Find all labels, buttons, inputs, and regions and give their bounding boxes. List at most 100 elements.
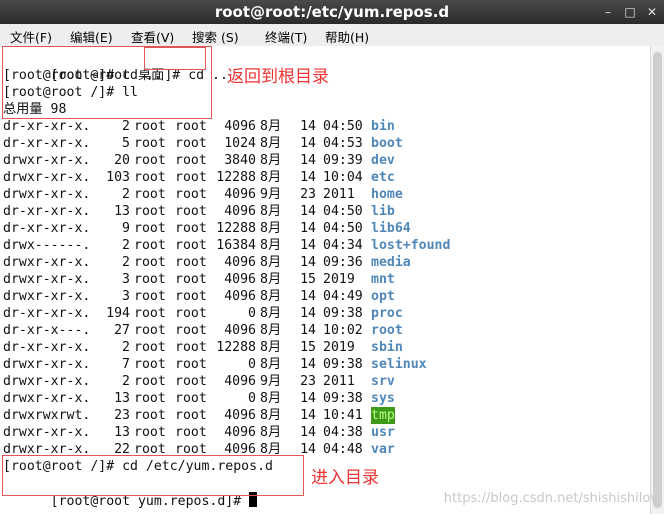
listing-links: 13 (114, 391, 130, 406)
listing-links: 2 (122, 187, 130, 202)
listing-group: root (175, 221, 207, 236)
listing-owner: root (134, 374, 166, 389)
listing-size: 4096 (224, 289, 256, 304)
listing-links: 2 (122, 374, 130, 389)
listing-size: 4096 (224, 119, 256, 134)
listing-links: 2 (122, 119, 130, 134)
listing-links: 5 (122, 136, 130, 151)
close-icon[interactable]: ✕ (644, 4, 660, 20)
listing-row: drwx------. 2 root root 16384 8月 14 04:34 lost+f… (3, 237, 643, 254)
file-name: usr (371, 425, 395, 440)
listing-month: 8月 (260, 289, 282, 304)
listing-time: 2019 (323, 272, 355, 287)
listing-owner: root (134, 238, 166, 253)
listing-size: 4096 (224, 374, 256, 389)
listing-time: 2011 (323, 374, 355, 389)
title-bar: root@root:/etc/yum.repos.d – □ ✕ (0, 0, 664, 24)
file-name: boot (371, 136, 403, 151)
listing-perm: drwxr-xr-x. (3, 391, 91, 406)
listing-size: 1024 (224, 136, 256, 151)
file-name: dev (371, 153, 395, 168)
listing-row: drwxr-xr-x. 13 root root 4096 8月 14 04:38 usr (3, 424, 643, 441)
file-name: lib (371, 204, 395, 219)
listing-time: 09:38 (323, 357, 363, 372)
listing-size: 4096 (224, 323, 256, 338)
listing-group: root (175, 357, 207, 372)
listing-time: 09:38 (323, 391, 363, 406)
listing-size: 0 (248, 391, 256, 406)
file-name: etc (371, 170, 395, 185)
scrollbar[interactable] (650, 46, 664, 514)
listing-links: 20 (114, 153, 130, 168)
minimize-icon[interactable]: – (600, 4, 616, 20)
listing-time: 04:50 (323, 204, 363, 219)
listing-group: root (175, 374, 207, 389)
listing-perm: drwxr-xr-x. (3, 357, 91, 372)
listing-month: 8月 (260, 170, 282, 185)
listing-perm: dr-xr-xr-x. (3, 119, 91, 134)
scrollbar-thumb[interactable] (653, 52, 662, 508)
listing-links: 2 (122, 238, 130, 253)
listing-perm: drwxr-xr-x. (3, 255, 91, 270)
listing-row: drwxr-xr-x. 7 root root 0 8月 14 09:38 selinux (3, 356, 643, 373)
listing-time: 10:04 (323, 170, 363, 185)
listing-perm: dr-xr-x---. (3, 323, 91, 338)
listing-perm: drwxr-xr-x. (3, 425, 91, 440)
listing-row: drwxr-xr-x. 2 root root 4096 9月 23 2011 home (3, 186, 643, 203)
listing-group: root (175, 204, 207, 219)
listing-day: 14 (300, 306, 316, 321)
file-name: opt (371, 289, 395, 304)
listing-day: 14 (300, 408, 316, 423)
menu-search[interactable]: 搜索 (S) (192, 27, 239, 46)
listing-time: 2019 (323, 340, 355, 355)
listing-perm: dr-xr-xr-x. (3, 204, 91, 219)
menu-terminal[interactable]: 终端(T) (265, 27, 307, 46)
file-name: selinux (371, 357, 427, 372)
menu-help[interactable]: 帮助(H) (325, 27, 369, 46)
listing-owner: root (134, 391, 166, 406)
listing-links: 3 (122, 289, 130, 304)
listing-size: 12288 (216, 221, 256, 236)
listing-month: 8月 (260, 272, 282, 287)
listing-owner: root (134, 187, 166, 202)
listing-month: 8月 (260, 340, 282, 355)
listing-perm: dr-xr-xr-x. (3, 306, 91, 321)
listing-row: dr-xr-xr-x. 194 root root 0 8月 14 09:38 proc (3, 305, 643, 322)
listing-row: drwxr-xr-x. 20 root root 3840 8月 14 09:39 dev (3, 152, 643, 169)
listing-time: 04:34 (323, 238, 363, 253)
maximize-icon[interactable]: □ (622, 4, 638, 20)
listing-perm: drwxr-xr-x. (3, 170, 91, 185)
menu-view[interactable]: 查看(V) (131, 27, 174, 46)
listing-perm: dr-xr-xr-x. (3, 340, 91, 355)
listing-row: dr-xr-x---. 27 root root 4096 8月 14 10:02 root (3, 322, 643, 339)
highlight-box (144, 47, 206, 70)
listing-month: 8月 (260, 391, 282, 406)
listing-links: 9 (122, 221, 130, 236)
listing-month: 8月 (260, 221, 282, 236)
file-name: bin (371, 119, 395, 134)
terminal-area[interactable]: [root@root 桌面]# cd .. [root@root ~]# cd … (0, 46, 650, 514)
listing-perm: drwxr-xr-x. (3, 289, 91, 304)
listing-owner: root (134, 255, 166, 270)
listing-time: 10:02 (323, 323, 363, 338)
file-name: media (371, 255, 411, 270)
listing-day: 15 (300, 272, 316, 287)
annotation-back-to-root: 返回到根目录 (227, 67, 329, 87)
listing-day: 15 (300, 340, 316, 355)
listing-group: root (175, 306, 207, 321)
listing-row: drwxr-xr-x. 2 root root 4096 9月 23 2011 srv (3, 373, 643, 390)
listing-row: dr-xr-xr-x. 9 root root 12288 8月 14 04:50 lib64 (3, 220, 643, 237)
menu-file[interactable]: 文件(F) (10, 27, 52, 46)
listing-owner: root (134, 357, 166, 372)
listing-perm: drwxrwxrwt. (3, 408, 91, 423)
listing-month: 8月 (260, 408, 282, 423)
listing-month: 8月 (260, 306, 282, 321)
menu-edit[interactable]: 编辑(E) (70, 27, 113, 46)
listing-day: 14 (300, 170, 316, 185)
file-name: sbin (371, 340, 403, 355)
listing-size: 4096 (224, 272, 256, 287)
listing-group: root (175, 408, 207, 423)
listing-owner: root (134, 306, 166, 321)
listing-owner: root (134, 289, 166, 304)
listing-row: dr-xr-xr-x. 2 root root 4096 8月 14 04:50 bin (3, 118, 643, 135)
